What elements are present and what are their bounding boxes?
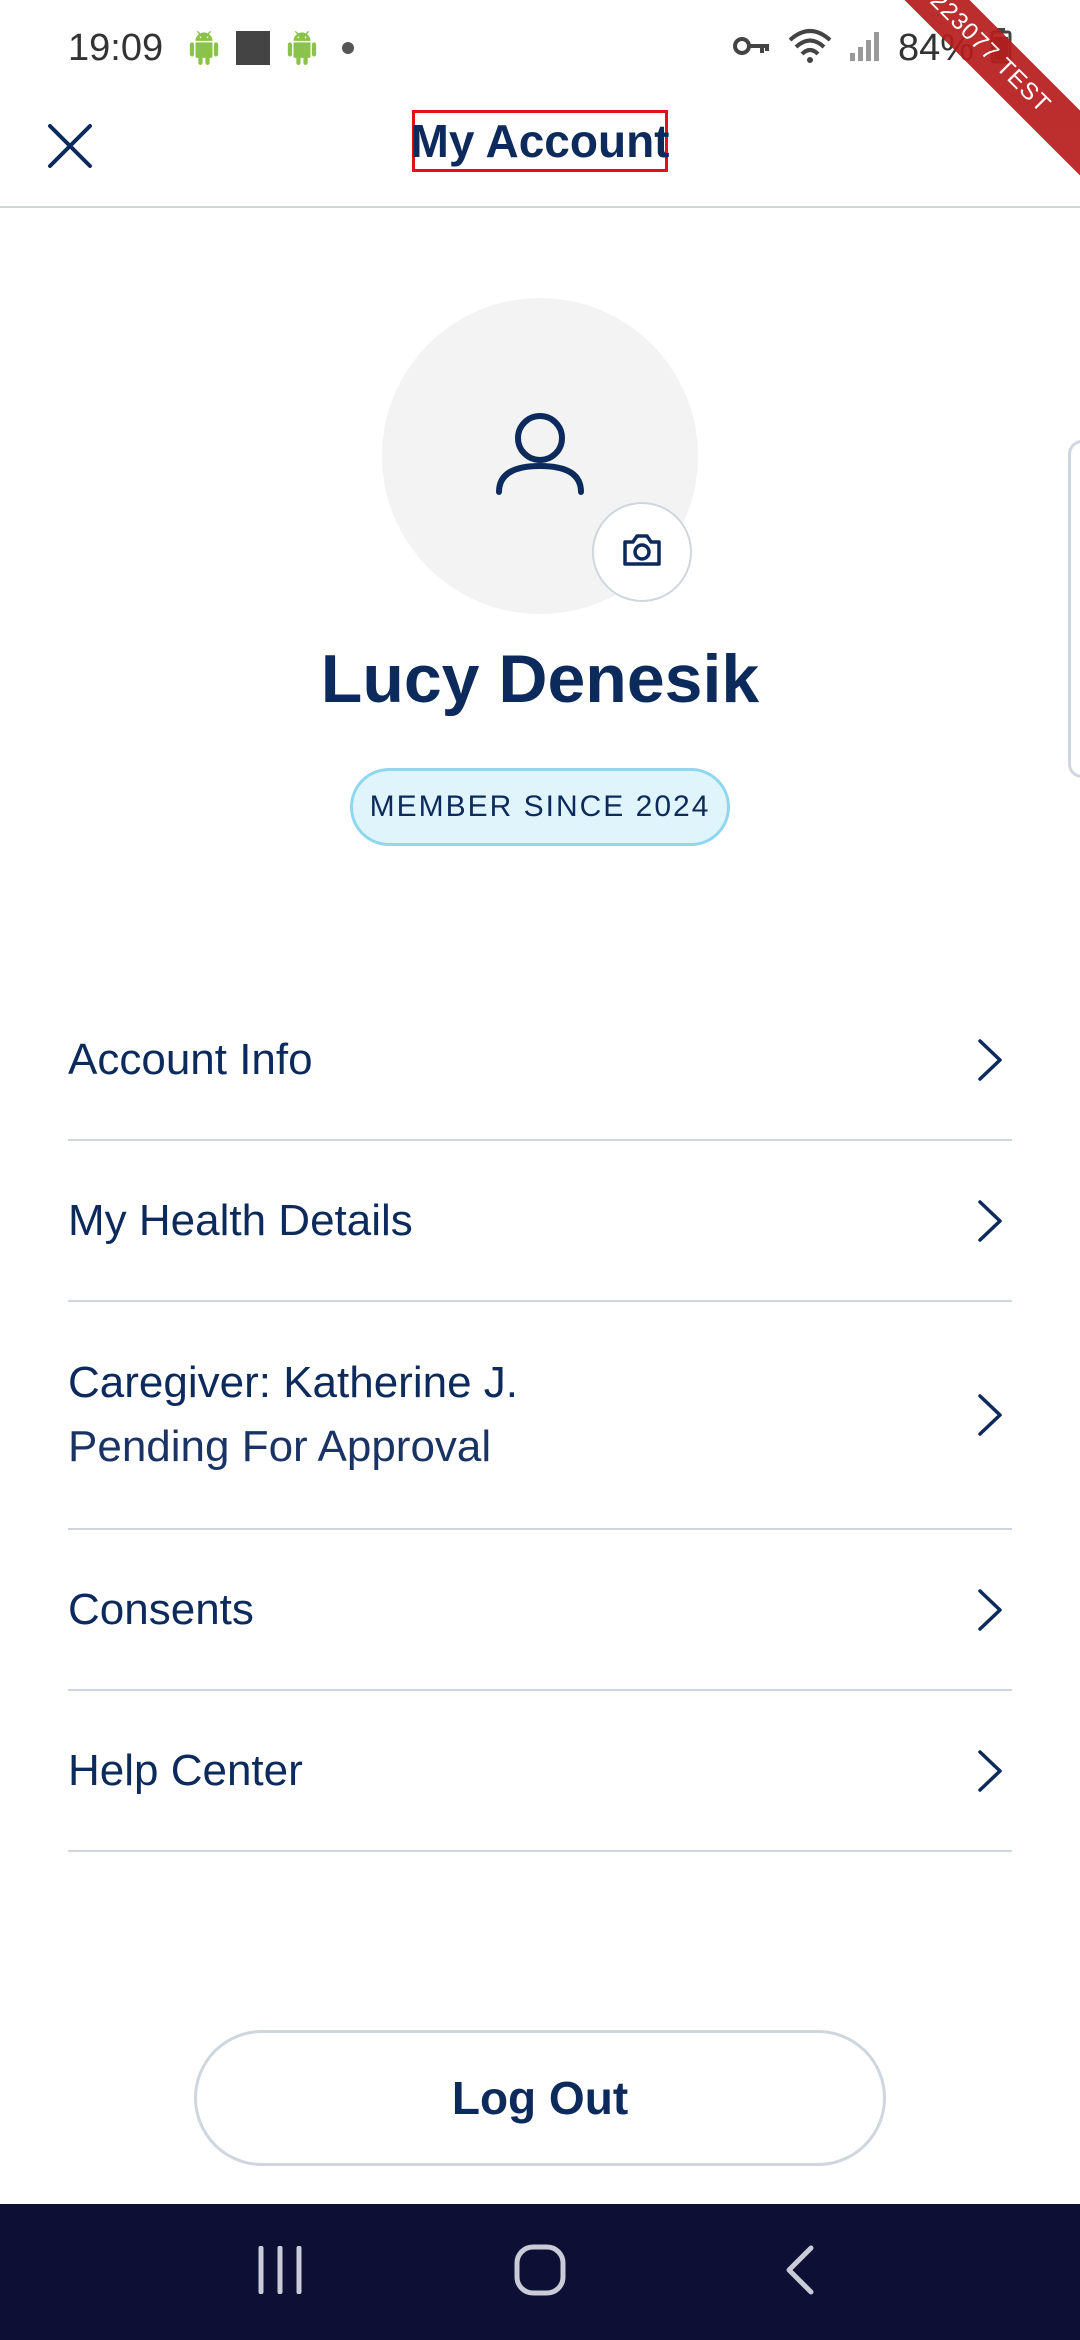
menu-text: Help Center: [68, 1746, 303, 1796]
header: My Account: [0, 96, 1080, 208]
chevron-right-icon: [970, 1196, 1010, 1246]
profile-name: Lucy Denesik: [320, 641, 760, 717]
android-icon: [285, 31, 319, 65]
menu-item-consents[interactable]: Consents: [68, 1530, 1012, 1691]
menu-text: Consents: [68, 1585, 254, 1635]
recents-icon: [255, 2245, 305, 2299]
menu-item-help-center[interactable]: Help Center: [68, 1691, 1012, 1852]
menu-item-caregiver[interactable]: Caregiver: Katherine J. Pending For Appr…: [68, 1302, 1012, 1530]
user-icon: [495, 412, 585, 501]
wifi-icon: [788, 28, 832, 69]
menu-text: Account Info: [68, 1035, 313, 1085]
menu-text: My Health Details: [68, 1196, 413, 1246]
menu-item-label: Account Info: [68, 1034, 313, 1084]
change-photo-button[interactable]: [592, 502, 692, 602]
square-icon: [235, 30, 271, 66]
page-title: My Account: [411, 110, 670, 172]
status-time: 19:09: [68, 26, 164, 69]
close-button[interactable]: [28, 106, 112, 190]
member-since-badge: MEMBER SINCE 2024: [350, 768, 730, 846]
account-menu: Account Info My Health Details Caregiver…: [68, 980, 1012, 1852]
home-icon: [513, 2243, 567, 2302]
key-icon: [732, 31, 772, 66]
menu-item-label: Caregiver: Katherine J.: [68, 1358, 518, 1407]
logout-button[interactable]: Log Out: [194, 2030, 886, 2166]
chevron-right-icon: [970, 1390, 1010, 1440]
caregiver-status: Pending For Approval: [68, 1422, 492, 1471]
recents-button[interactable]: [220, 2222, 340, 2322]
menu-item-label: Consents: [68, 1584, 254, 1634]
scroll-edge-handle[interactable]: [1068, 440, 1080, 778]
my-account-screen: 19:09 84% 223077 TEST My Account Lucy De…: [0, 0, 1080, 2340]
home-button[interactable]: [480, 2222, 600, 2322]
chevron-right-icon: [970, 1585, 1010, 1635]
android-icon: [187, 31, 221, 65]
system-nav-bar: [0, 2204, 1080, 2340]
camera-icon: [621, 532, 663, 573]
menu-item-label: Help Center: [68, 1745, 303, 1795]
chevron-right-icon: [970, 1035, 1010, 1085]
menu-item-account-info[interactable]: Account Info: [68, 980, 1012, 1141]
menu-item-my-health-details[interactable]: My Health Details: [68, 1141, 1012, 1302]
dot-icon: [333, 33, 363, 63]
menu-item-label: My Health Details: [68, 1195, 413, 1245]
chevron-right-icon: [970, 1746, 1010, 1796]
close-icon: [46, 122, 94, 175]
menu-text: Caregiver: Katherine J. Pending For Appr…: [68, 1358, 518, 1472]
signal-icon: [848, 29, 882, 68]
status-left: 19:09: [68, 27, 363, 70]
back-button[interactable]: [740, 2222, 860, 2322]
back-icon: [783, 2244, 817, 2301]
